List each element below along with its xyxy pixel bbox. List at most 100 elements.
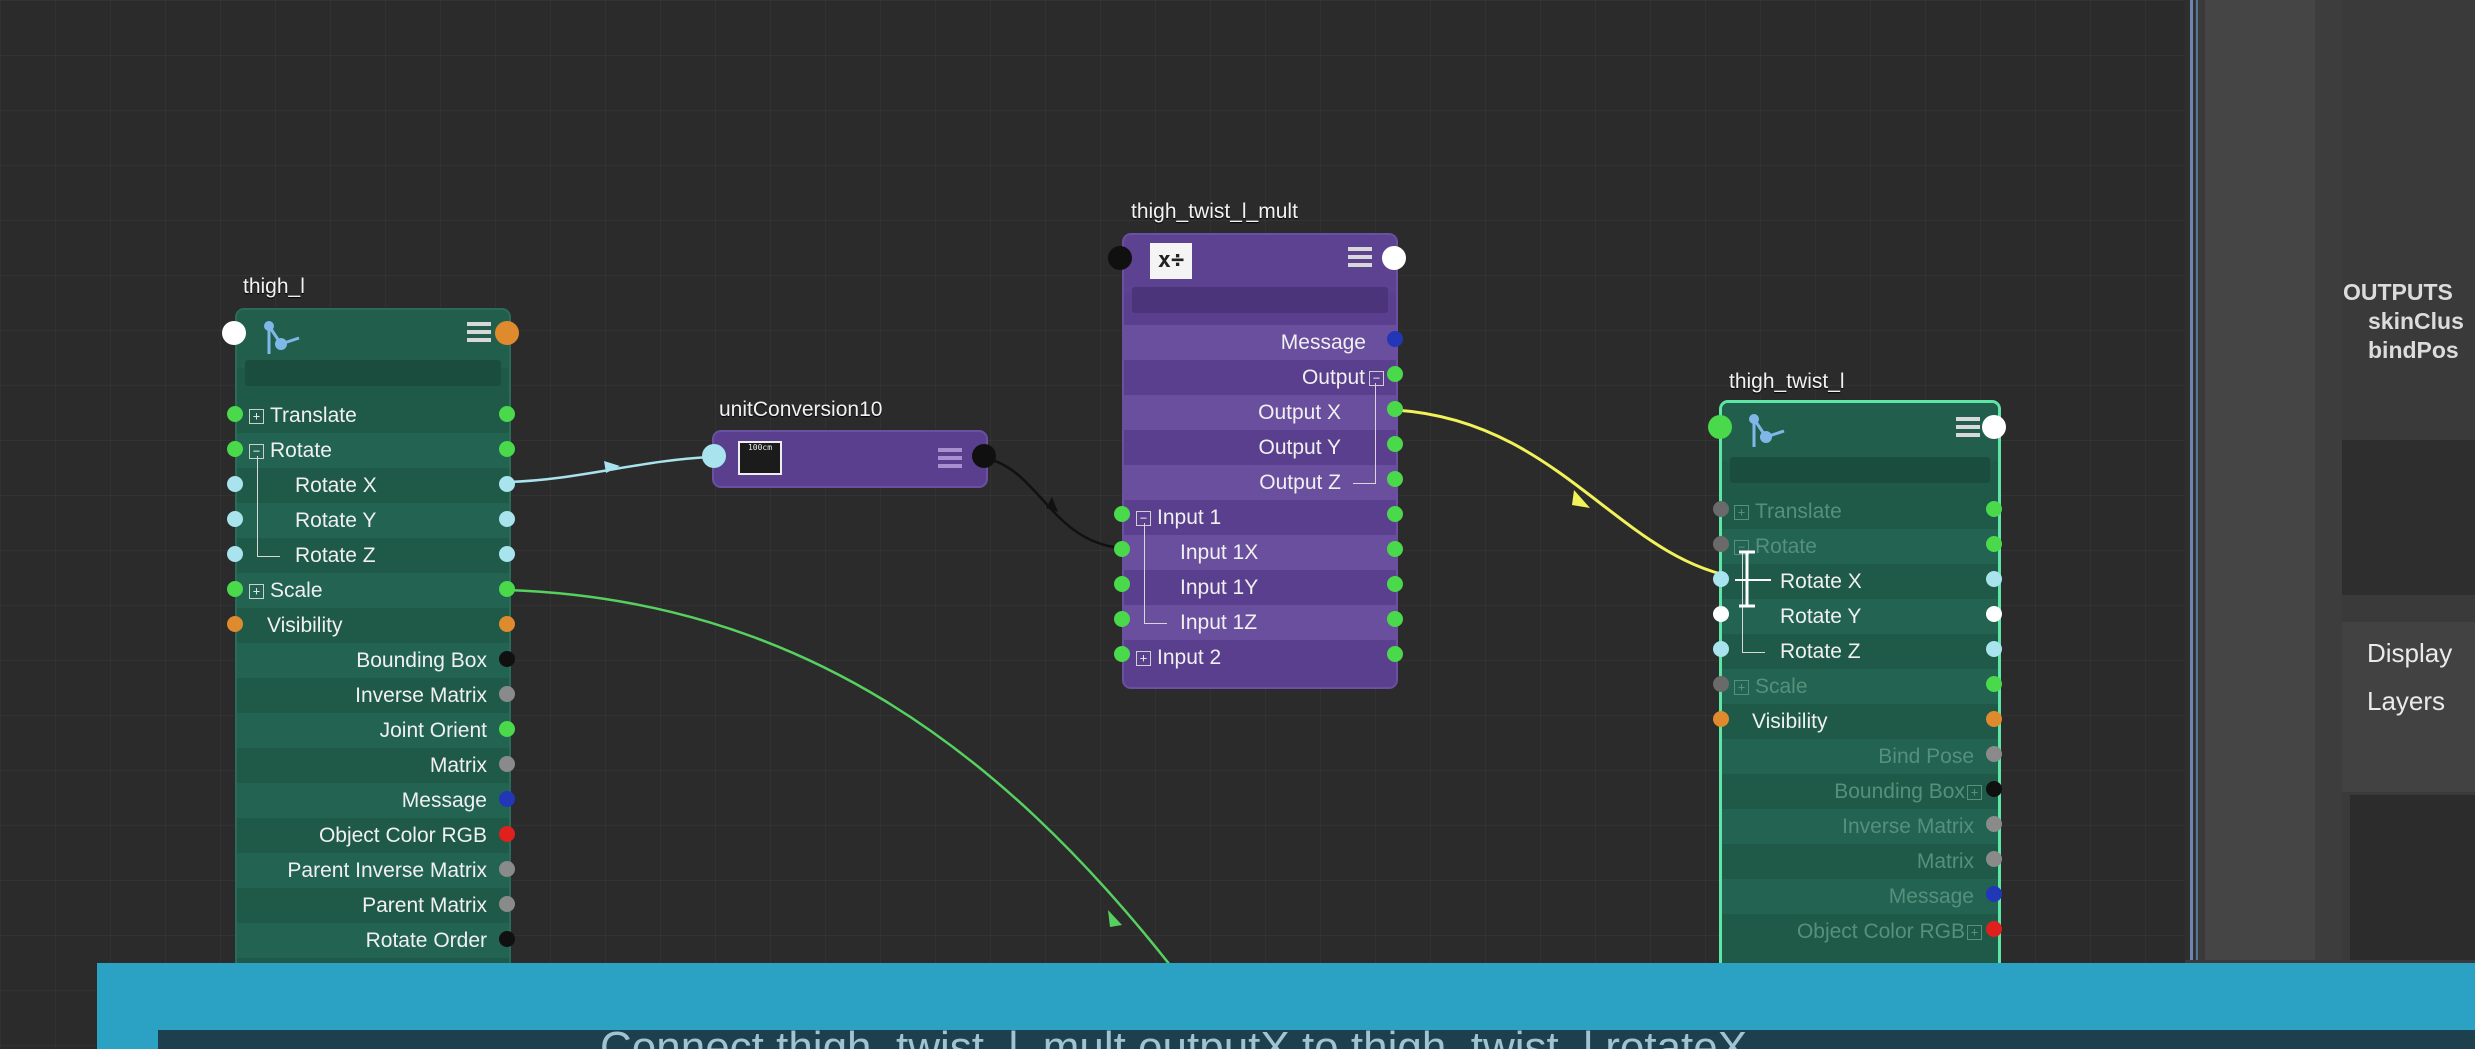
port-out-bounding-box[interactable] <box>499 651 515 667</box>
node-search-field[interactable] <box>1730 457 1990 483</box>
port-out-rotate-y[interactable] <box>499 511 515 527</box>
node-editor-canvas[interactable]: thigh_l + Translate − Rotate Rotate X Rota… <box>0 0 2185 1049</box>
attr-row[interactable]: Message <box>1722 879 1998 914</box>
port-in-rotate[interactable] <box>1713 536 1729 552</box>
port-out-bounding-box[interactable] <box>1986 781 2002 797</box>
port-in-rotate-y[interactable] <box>227 511 243 527</box>
port-out-object-color[interactable] <box>499 826 515 842</box>
port-out-bind-pose[interactable] <box>1986 746 2002 762</box>
node-menu-icon[interactable] <box>467 322 491 344</box>
attr-row[interactable]: Rotate Order <box>237 923 509 958</box>
port-out-output[interactable] <box>1387 366 1403 382</box>
port-out-scale[interactable] <box>1986 676 2002 692</box>
attr-row[interactable]: Object Color RGB <box>237 818 509 853</box>
port-in-scale[interactable] <box>227 581 243 597</box>
port-out-rotate[interactable] <box>499 441 515 457</box>
port-out-output-x[interactable] <box>1387 401 1403 417</box>
port-out-input1z[interactable] <box>1387 611 1403 627</box>
port-out-message[interactable] <box>1986 886 2002 902</box>
port-out-parent-inverse-matrix[interactable] <box>499 861 515 877</box>
expand-icon[interactable]: + <box>249 408 264 424</box>
node-input-port[interactable] <box>1108 246 1132 270</box>
port-out-message[interactable] <box>1387 331 1403 347</box>
port-out-joint-orient[interactable] <box>499 721 515 737</box>
port-out-input1y[interactable] <box>1387 576 1403 592</box>
port-out-visibility[interactable] <box>1986 711 2002 727</box>
port-out-translate[interactable] <box>1986 501 2002 517</box>
expand-icon[interactable]: + <box>1967 924 1982 940</box>
attr-row[interactable]: Matrix <box>237 748 509 783</box>
expand-icon[interactable]: + <box>1734 504 1749 520</box>
outputs-item[interactable]: skinClus <box>2343 307 2464 336</box>
port-in-rotate-z[interactable] <box>227 546 243 562</box>
port-in-input1[interactable] <box>1114 506 1130 522</box>
port-out-matrix[interactable] <box>1986 851 2002 867</box>
port-out-rotate-x[interactable] <box>499 476 515 492</box>
port-out-input1x[interactable] <box>1387 541 1403 557</box>
node-menu-icon[interactable] <box>1956 417 1980 439</box>
wire-scale-out[interactable] <box>506 588 1171 966</box>
node-thigh-twist-l[interactable]: + Translate − Rotate Rotate X Rotate Y Rot… <box>1719 400 2001 1026</box>
port-out-rotate-z[interactable] <box>499 546 515 562</box>
node-output-port[interactable] <box>1382 246 1406 270</box>
attr-row[interactable]: Matrix <box>1722 844 1998 879</box>
expand-icon[interactable]: + <box>1967 784 1982 800</box>
attr-row[interactable]: + Scale <box>237 573 509 608</box>
attr-row[interactable]: + Scale <box>1722 669 1998 704</box>
node-thigh-l[interactable]: + Translate − Rotate Rotate X Rotate Y Rot… <box>235 308 511 1012</box>
attr-row[interactable]: Message <box>1124 325 1396 360</box>
attr-row[interactable]: Joint Orient <box>237 713 509 748</box>
attr-row[interactable]: Inverse Matrix <box>1722 809 1998 844</box>
attr-row[interactable]: + Translate <box>237 398 509 433</box>
port-out-output-z[interactable] <box>1387 471 1403 487</box>
attr-row[interactable]: Bounding Box <box>237 643 509 678</box>
port-out-inverse-matrix[interactable] <box>499 686 515 702</box>
port-in-input2[interactable] <box>1114 646 1130 662</box>
port-out-inverse-matrix[interactable] <box>1986 816 2002 832</box>
port-out-matrix[interactable] <box>499 756 515 772</box>
port-in-rotate-y[interactable] <box>1713 606 1729 622</box>
port-out-rotate-y[interactable] <box>1986 606 2002 622</box>
attr-row[interactable]: Parent Matrix <box>237 888 509 923</box>
node-input-port[interactable] <box>1708 415 1732 439</box>
node-unit-conversion[interactable]: 100cm <box>712 430 988 488</box>
node-output-port[interactable] <box>972 444 996 468</box>
tab-display[interactable]: Display <box>2367 638 2452 669</box>
port-out-message[interactable] <box>499 791 515 807</box>
port-out-output-y[interactable] <box>1387 436 1403 452</box>
node-menu-icon[interactable] <box>1348 247 1372 269</box>
wire-outputx-to-rotatex[interactable] <box>1394 408 1741 580</box>
tab-layers[interactable]: Layers <box>2367 686 2445 717</box>
port-in-translate[interactable] <box>1713 501 1729 517</box>
port-out-visibility[interactable] <box>499 616 515 632</box>
port-in-rotate-x[interactable] <box>227 476 243 492</box>
port-out-input2[interactable] <box>1387 646 1403 662</box>
port-in-input1y[interactable] <box>1114 576 1130 592</box>
attr-row[interactable]: Bounding Box + <box>1722 774 1998 809</box>
port-in-input1z[interactable] <box>1114 611 1130 627</box>
expand-icon[interactable]: + <box>1734 679 1749 695</box>
port-out-scale[interactable] <box>499 581 515 597</box>
node-thigh-twist-mult[interactable]: x÷ Message Output − Output X Output Y Out… <box>1122 233 1398 689</box>
node-input-port[interactable] <box>222 321 246 345</box>
port-out-rotate-order[interactable] <box>499 931 515 947</box>
attr-row[interactable]: Inverse Matrix <box>237 678 509 713</box>
port-out-input1[interactable] <box>1387 506 1403 522</box>
attr-row[interactable]: Message <box>237 783 509 818</box>
node-search-field[interactable] <box>1132 287 1388 313</box>
port-in-visibility[interactable] <box>1713 711 1729 727</box>
expand-icon[interactable]: + <box>1136 650 1151 666</box>
node-search-field[interactable] <box>245 360 501 386</box>
attr-row[interactable]: Parent Inverse Matrix <box>237 853 509 888</box>
expand-icon[interactable]: + <box>249 583 264 599</box>
port-in-rotate-x[interactable] <box>1713 571 1729 587</box>
attr-row[interactable]: + Translate <box>1722 494 1998 529</box>
port-out-parent-matrix[interactable] <box>499 896 515 912</box>
node-output-port[interactable] <box>1982 415 2006 439</box>
port-out-translate[interactable] <box>499 406 515 422</box>
port-in-visibility[interactable] <box>227 616 243 632</box>
attr-row[interactable]: + Input 2 <box>1124 640 1396 675</box>
port-out-object-color[interactable] <box>1986 921 2002 937</box>
port-out-rotate-z[interactable] <box>1986 641 2002 657</box>
port-in-rotate[interactable] <box>227 441 243 457</box>
